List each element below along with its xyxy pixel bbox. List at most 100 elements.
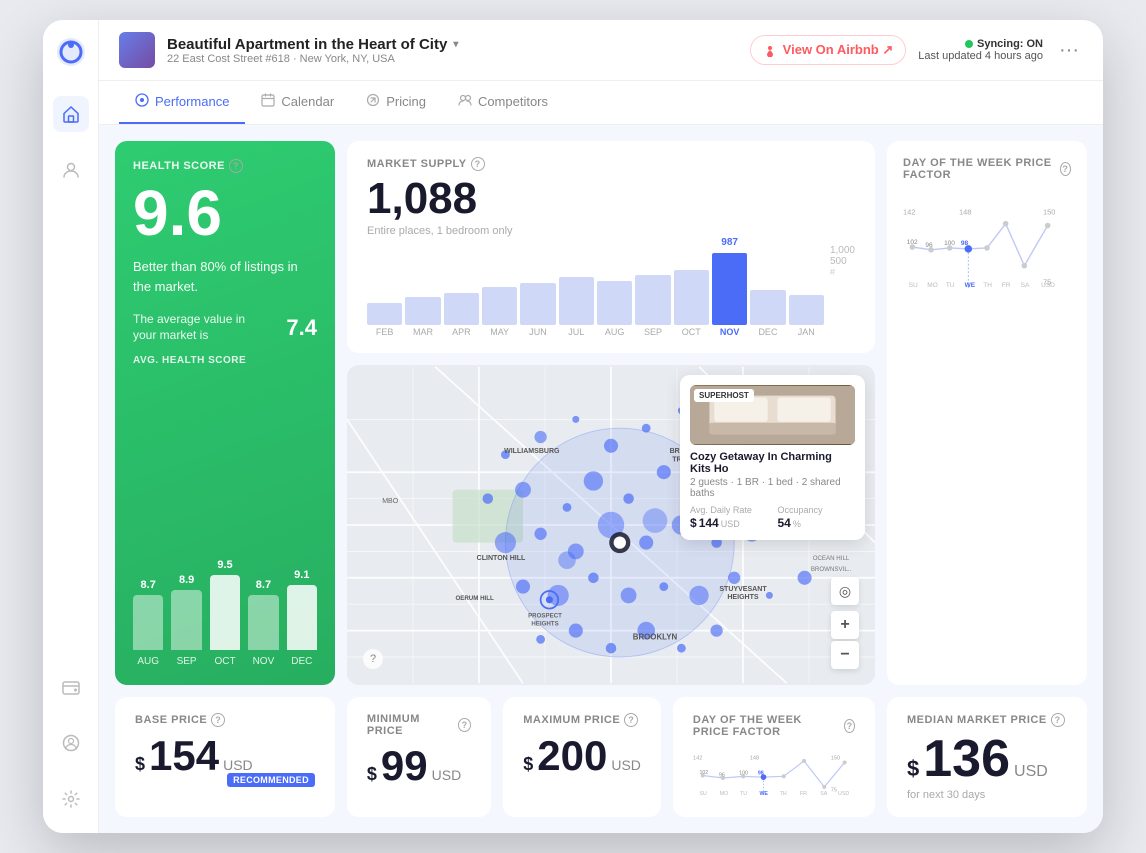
dow-summary-label: DAY OF THE WEEK PRICE FACTOR ? bbox=[693, 714, 855, 738]
nav-tabs: Performance Calendar bbox=[99, 81, 1103, 125]
median-price-card: MEDIAN MARKET PRICE ? $ 136 USD for next… bbox=[887, 697, 1087, 817]
main-content: Beautiful Apartment in the Heart of City… bbox=[99, 20, 1103, 833]
map-area[interactable]: WILLIAMSBURG BROADWAY TRIANGLE SUMNER HO… bbox=[347, 365, 875, 685]
performance-tab-icon bbox=[135, 93, 149, 110]
svg-text:102: 102 bbox=[699, 769, 708, 775]
svg-text:SU: SU bbox=[909, 282, 918, 289]
median-price-label: MEDIAN MARKET PRICE ? bbox=[907, 713, 1067, 727]
tab-calendar[interactable]: Calendar bbox=[245, 81, 350, 124]
svg-text:FR: FR bbox=[1002, 282, 1011, 289]
sidebar-item-people[interactable] bbox=[53, 152, 89, 188]
base-price-value: $ 154 USD RECOMMENDED bbox=[135, 735, 315, 791]
svg-text:96: 96 bbox=[925, 242, 933, 249]
median-price-sublabel: for next 30 days bbox=[907, 789, 1067, 801]
health-bar-section-label: AVG. HEALTH SCORE bbox=[133, 355, 317, 366]
median-price-number: 136 bbox=[923, 733, 1010, 785]
dow-price-label: DAY OF THE WEEK PRICE FACTOR ? bbox=[903, 157, 1071, 181]
map-locate-button[interactable]: ◎ bbox=[831, 577, 859, 605]
svg-text:MO: MO bbox=[927, 282, 938, 289]
market-supply-value: 1,088 bbox=[367, 177, 855, 221]
tab-competitors[interactable]: Competitors bbox=[442, 81, 564, 124]
dow-summary-card: DAY OF THE WEEK PRICE FACTOR ? 142 148 1… bbox=[673, 697, 875, 817]
popup-title: Cozy Getaway In Charming Kits Ho bbox=[690, 451, 855, 475]
map-zoom-out-button[interactable]: − bbox=[831, 641, 859, 669]
svg-text:HEIGHTS: HEIGHTS bbox=[531, 620, 558, 627]
sidebar-item-account[interactable] bbox=[53, 725, 89, 761]
sync-status: Syncing: ON Last updated 4 hours ago bbox=[918, 38, 1043, 62]
svg-text:SU: SU bbox=[699, 790, 707, 796]
svg-text:TU: TU bbox=[946, 282, 955, 289]
dow-info-icon[interactable]: ? bbox=[1060, 162, 1071, 176]
dropdown-icon[interactable]: ▾ bbox=[453, 39, 458, 50]
svg-text:150: 150 bbox=[831, 755, 840, 761]
svg-text:PROSPECT: PROSPECT bbox=[528, 612, 562, 619]
svg-text:TH: TH bbox=[983, 282, 992, 289]
health-bar-sep: 8.9 SEP bbox=[171, 574, 201, 667]
base-price-label: BASE PRICE ? bbox=[135, 713, 315, 727]
listing-info: Beautiful Apartment in the Heart of City… bbox=[167, 36, 738, 65]
svg-text:TU: TU bbox=[740, 790, 747, 796]
pricing-tab-icon bbox=[366, 93, 380, 110]
svg-text:USD: USD bbox=[1041, 282, 1055, 289]
health-avg-row: The average value in your market is 7.4 bbox=[133, 312, 317, 343]
min-price-card: MINIMUM PRICE ? $ 99 USD bbox=[347, 697, 491, 817]
listing-thumbnail bbox=[119, 32, 155, 68]
health-score-value: 9.6 bbox=[133, 181, 317, 245]
competitors-tab-icon bbox=[458, 93, 472, 110]
svg-text:OCEAN HILL: OCEAN HILL bbox=[813, 555, 850, 562]
calendar-tab-icon bbox=[261, 93, 275, 110]
market-supply-label: MARKET SUPPLY ? bbox=[367, 157, 855, 171]
dow-summary-info-icon[interactable]: ? bbox=[844, 719, 855, 733]
tab-pricing[interactable]: Pricing bbox=[350, 81, 442, 124]
svg-text:100: 100 bbox=[944, 240, 955, 247]
popup-occupancy: Occupancy 54 % bbox=[778, 505, 856, 530]
popup-stats: Avg. Daily Rate $ 144 USD Occupancy 54 bbox=[690, 505, 855, 530]
svg-text:SA: SA bbox=[1021, 282, 1030, 289]
health-score-info-icon[interactable]: ? bbox=[229, 159, 243, 173]
map-info-button[interactable]: ? bbox=[363, 649, 383, 669]
popup-listing-image: SUPERHOST bbox=[690, 385, 855, 445]
health-bar-oct: 9.5 OCT bbox=[210, 559, 240, 667]
map-zoom-controls: ◎ + − bbox=[831, 577, 859, 669]
listing-address: 22 East Cost Street #618 · New York, NY,… bbox=[167, 53, 738, 65]
superhost-badge: SUPERHOST bbox=[694, 389, 754, 402]
app-logo[interactable] bbox=[55, 36, 87, 68]
svg-text:OERUM HILL: OERUM HILL bbox=[455, 595, 494, 602]
sidebar bbox=[43, 20, 99, 833]
popup-subtitle: 2 guests · 1 BR · 1 bed · 2 shared baths bbox=[690, 477, 855, 499]
median-price-value-row: $ 136 USD bbox=[907, 733, 1067, 785]
sidebar-item-home[interactable] bbox=[53, 96, 89, 132]
svg-text:WILLIAMSBURG: WILLIAMSBURG bbox=[504, 448, 560, 455]
price-cards-row: BASE PRICE ? $ 154 USD RECOMMENDED bbox=[115, 697, 875, 817]
max-price-info-icon[interactable]: ? bbox=[624, 713, 638, 727]
svg-text:SA: SA bbox=[820, 790, 828, 796]
svg-text:USD: USD bbox=[838, 790, 849, 796]
svg-text:HEIGHTS: HEIGHTS bbox=[727, 594, 759, 601]
svg-text:WE: WE bbox=[965, 282, 976, 289]
view-on-airbnb-button[interactable]: View On Airbnb ↗ bbox=[750, 35, 907, 65]
health-bars: 8.7 AUG 8.9 SEP 9.5 OCT bbox=[133, 374, 317, 667]
median-price-currency: USD bbox=[1014, 763, 1048, 781]
map-listing-popup[interactable]: SUPERHOST Cozy Getaway In Charming Kits … bbox=[680, 375, 865, 540]
health-score-description: Better than 80% of listings in the marke… bbox=[133, 257, 317, 296]
dashboard: HEALTH SCORE ? 9.6 Better than 80% of li… bbox=[99, 125, 1103, 833]
map-zoom-in-button[interactable]: + bbox=[831, 611, 859, 639]
max-price-card: MAXIMUM PRICE ? $ 200 USD bbox=[503, 697, 661, 817]
dow-chart-svg: 142 148 150 75 bbox=[903, 197, 1071, 297]
market-supply-info-icon[interactable]: ? bbox=[471, 157, 485, 171]
base-price-info-icon[interactable]: ? bbox=[211, 713, 225, 727]
health-bar-aug: 8.7 AUG bbox=[133, 579, 163, 667]
median-price-info-icon[interactable]: ? bbox=[1051, 713, 1065, 727]
svg-text:WE: WE bbox=[759, 790, 768, 796]
svg-text:STUYVESANT: STUYVESANT bbox=[719, 586, 767, 593]
svg-text:MBO: MBO bbox=[382, 498, 399, 505]
min-price-info-icon[interactable]: ? bbox=[458, 718, 471, 732]
tab-performance[interactable]: Performance bbox=[119, 81, 245, 124]
listing-title[interactable]: Beautiful Apartment in the Heart of City… bbox=[167, 36, 738, 53]
svg-text:TH: TH bbox=[780, 790, 787, 796]
sidebar-item-settings[interactable] bbox=[53, 781, 89, 817]
base-price-card: BASE PRICE ? $ 154 USD RECOMMENDED bbox=[115, 697, 335, 817]
more-options-button[interactable]: ··· bbox=[1055, 39, 1083, 62]
health-bar-nov: 8.7 NOV bbox=[248, 579, 278, 667]
sidebar-item-wallet[interactable] bbox=[53, 669, 89, 705]
